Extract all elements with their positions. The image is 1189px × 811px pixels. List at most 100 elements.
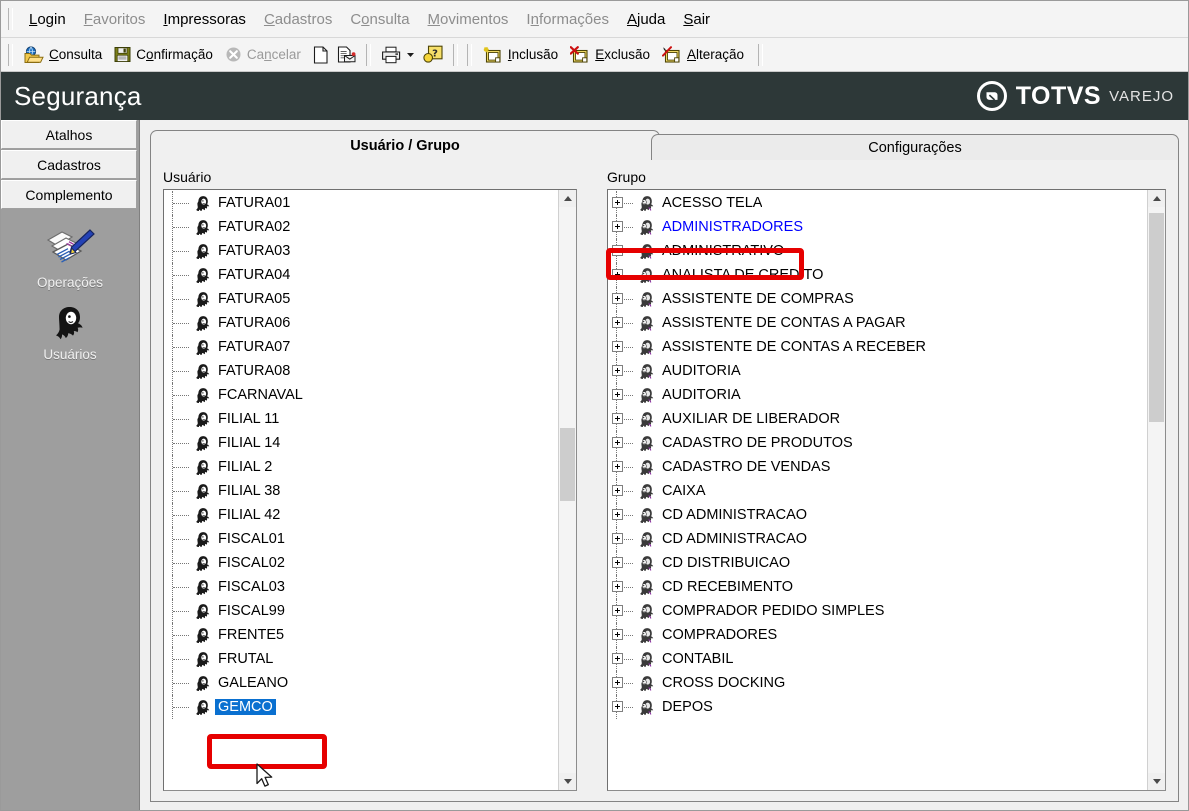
toolbar-button-print[interactable] bbox=[377, 44, 419, 66]
expand-node-icon[interactable] bbox=[612, 311, 638, 335]
user-list-items[interactable]: FATURA01 FATURA02 FATURA03 FATURA04 FATURA05… bbox=[164, 190, 558, 790]
user-list-item[interactable]: FILIAL 38 bbox=[164, 479, 558, 503]
menu-item-favoritos[interactable]: Favoritos bbox=[75, 8, 155, 31]
group-list-item[interactable]: AUXILIAR DE LIBERADOR bbox=[608, 407, 1147, 431]
toolbar-grip-handle-2[interactable] bbox=[466, 43, 472, 66]
group-list-item[interactable]: CD ADMINISTRACAO bbox=[608, 527, 1147, 551]
group-list-item[interactable]: CD DISTRIBUICAO bbox=[608, 551, 1147, 575]
user-list-item[interactable]: FRENTE5 bbox=[164, 623, 558, 647]
user-list-item[interactable]: GEMCO bbox=[164, 695, 558, 719]
group-list-item[interactable]: ACESSO TELA bbox=[608, 191, 1147, 215]
toolbar-button-inclusao[interactable]: Inclusão bbox=[479, 44, 566, 66]
chevron-down-icon[interactable] bbox=[406, 50, 415, 59]
expand-node-icon[interactable] bbox=[612, 191, 638, 215]
menu-item-cadastros[interactable]: Cadastros bbox=[255, 8, 341, 31]
user-list-item[interactable]: FATURA01 bbox=[164, 191, 558, 215]
group-scroll-up-button[interactable] bbox=[1148, 190, 1165, 207]
user-list-item[interactable]: FISCAL01 bbox=[164, 527, 558, 551]
user-list-item[interactable]: FILIAL 2 bbox=[164, 455, 558, 479]
group-list-item[interactable]: AUDITORIA bbox=[608, 383, 1147, 407]
group-list-item[interactable]: CAIXA bbox=[608, 479, 1147, 503]
user-list-item[interactable]: FILIAL 14 bbox=[164, 431, 558, 455]
user-list-item[interactable]: FATURA06 bbox=[164, 311, 558, 335]
group-list-item[interactable]: ADMINISTRATIVO bbox=[608, 239, 1147, 263]
expand-node-icon[interactable] bbox=[612, 623, 638, 647]
group-list-item[interactable]: CADASTRO DE PRODUTOS bbox=[608, 431, 1147, 455]
expand-node-icon[interactable] bbox=[612, 287, 638, 311]
expand-node-icon[interactable] bbox=[612, 575, 638, 599]
menu-item-impressoras[interactable]: Impressoras bbox=[154, 8, 255, 31]
menu-item-sair[interactable]: Sair bbox=[674, 8, 719, 31]
group-list-item[interactable]: ANALISTA DE CREDITO bbox=[608, 263, 1147, 287]
sidebar-item-operacoes[interactable]: Operações bbox=[37, 226, 103, 290]
group-list-item[interactable]: ASSISTENTE DE CONTAS A PAGAR bbox=[608, 311, 1147, 335]
menu-grip-handle[interactable] bbox=[8, 8, 13, 30]
toolbar-button-exclusao[interactable]: Exclusão bbox=[566, 44, 658, 66]
sidebar-item-usuarios[interactable]: Usuários bbox=[43, 304, 97, 362]
group-list-item[interactable]: CD RECEBIMENTO bbox=[608, 575, 1147, 599]
group-listbox[interactable]: ACESSO TELA ADMINISTRADORES ADMINISTRATIVO… bbox=[607, 189, 1166, 791]
toolbar-button-new-page[interactable] bbox=[309, 44, 333, 66]
user-list-item[interactable]: FRUTAL bbox=[164, 647, 558, 671]
sidebar-tab-atalhos[interactable]: Atalhos bbox=[1, 120, 137, 149]
group-list-item[interactable]: CD ADMINISTRACAO bbox=[608, 503, 1147, 527]
sidebar-tab-cadastros[interactable]: Cadastros bbox=[1, 150, 137, 179]
user-scroll-thumb[interactable] bbox=[560, 427, 575, 502]
menu-item-consulta[interactable]: Consulta bbox=[341, 8, 418, 31]
menu-item-login[interactable]: Login bbox=[20, 8, 75, 31]
group-list-item[interactable]: COMPRADORES bbox=[608, 623, 1147, 647]
toolbar-button-cancelar[interactable]: Cancelar bbox=[221, 44, 309, 65]
user-list-item[interactable]: FISCAL02 bbox=[164, 551, 558, 575]
user-list-item[interactable]: FILIAL 11 bbox=[164, 407, 558, 431]
expand-node-icon[interactable] bbox=[612, 551, 638, 575]
user-list-item[interactable]: FATURA04 bbox=[164, 263, 558, 287]
group-list-item[interactable]: ASSISTENTE DE CONTAS A RECEBER bbox=[608, 335, 1147, 359]
expand-node-icon[interactable] bbox=[612, 647, 638, 671]
menu-item-movimentos[interactable]: Movimentos bbox=[419, 8, 518, 31]
expand-node-icon[interactable] bbox=[612, 503, 638, 527]
group-list-item[interactable]: ASSISTENTE DE COMPRAS bbox=[608, 287, 1147, 311]
user-list-item[interactable]: FATURA08 bbox=[164, 359, 558, 383]
user-list-item[interactable]: FCARNAVAL bbox=[164, 383, 558, 407]
user-list-item[interactable]: FISCAL99 bbox=[164, 599, 558, 623]
user-list-item[interactable]: FISCAL03 bbox=[164, 575, 558, 599]
user-scroll-up-button[interactable] bbox=[559, 190, 576, 207]
group-list-item[interactable]: CONTABIL bbox=[608, 647, 1147, 671]
expand-node-icon[interactable] bbox=[612, 383, 638, 407]
user-scroll-down-button[interactable] bbox=[559, 773, 576, 790]
expand-node-icon[interactable] bbox=[612, 263, 638, 287]
toolbar-grip-handle[interactable] bbox=[8, 43, 13, 66]
toolbar-button-consulta[interactable]: Consulta bbox=[20, 44, 110, 66]
group-scroll-down-button[interactable] bbox=[1148, 773, 1165, 790]
group-list-item[interactable]: CADASTRO DE VENDAS bbox=[608, 455, 1147, 479]
tab-configuracoes[interactable]: Configurações bbox=[651, 134, 1179, 160]
expand-node-icon[interactable] bbox=[612, 455, 638, 479]
menu-item-ajuda[interactable]: Ajuda bbox=[618, 8, 674, 31]
user-list-item[interactable]: FATURA02 bbox=[164, 215, 558, 239]
user-list-item[interactable]: FATURA07 bbox=[164, 335, 558, 359]
user-list-item[interactable]: FILIAL 42 bbox=[164, 503, 558, 527]
toolbar-button-document-properties[interactable] bbox=[333, 44, 360, 66]
sidebar-tab-complemento[interactable]: Complemento bbox=[1, 180, 137, 209]
expand-node-icon[interactable] bbox=[612, 695, 638, 719]
group-list-scrollbar[interactable] bbox=[1147, 190, 1165, 790]
toolbar-button-alteracao[interactable]: Alteração bbox=[658, 44, 752, 66]
menu-item-informacoes[interactable]: Informações bbox=[517, 8, 618, 31]
expand-node-icon[interactable] bbox=[612, 431, 638, 455]
user-list-item[interactable]: GALEANO bbox=[164, 671, 558, 695]
expand-node-icon[interactable] bbox=[612, 527, 638, 551]
expand-node-icon[interactable] bbox=[612, 407, 638, 431]
group-scroll-track[interactable] bbox=[1148, 207, 1165, 773]
expand-node-icon[interactable] bbox=[612, 239, 638, 263]
user-list-item[interactable]: FATURA05 bbox=[164, 287, 558, 311]
toolbar-button-help[interactable]: ? bbox=[419, 43, 447, 66]
user-list-scrollbar[interactable] bbox=[558, 190, 576, 790]
expand-node-icon[interactable] bbox=[612, 335, 638, 359]
expand-node-icon[interactable] bbox=[612, 215, 638, 239]
expand-node-icon[interactable] bbox=[612, 599, 638, 623]
group-list-item[interactable]: CROSS DOCKING bbox=[608, 671, 1147, 695]
group-list-item[interactable]: AUDITORIA bbox=[608, 359, 1147, 383]
tab-usuario-grupo[interactable]: Usuário / Grupo bbox=[150, 130, 660, 160]
user-listbox[interactable]: FATURA01 FATURA02 FATURA03 FATURA04 FATURA05… bbox=[163, 189, 577, 791]
group-list-item[interactable]: COMPRADOR PEDIDO SIMPLES bbox=[608, 599, 1147, 623]
